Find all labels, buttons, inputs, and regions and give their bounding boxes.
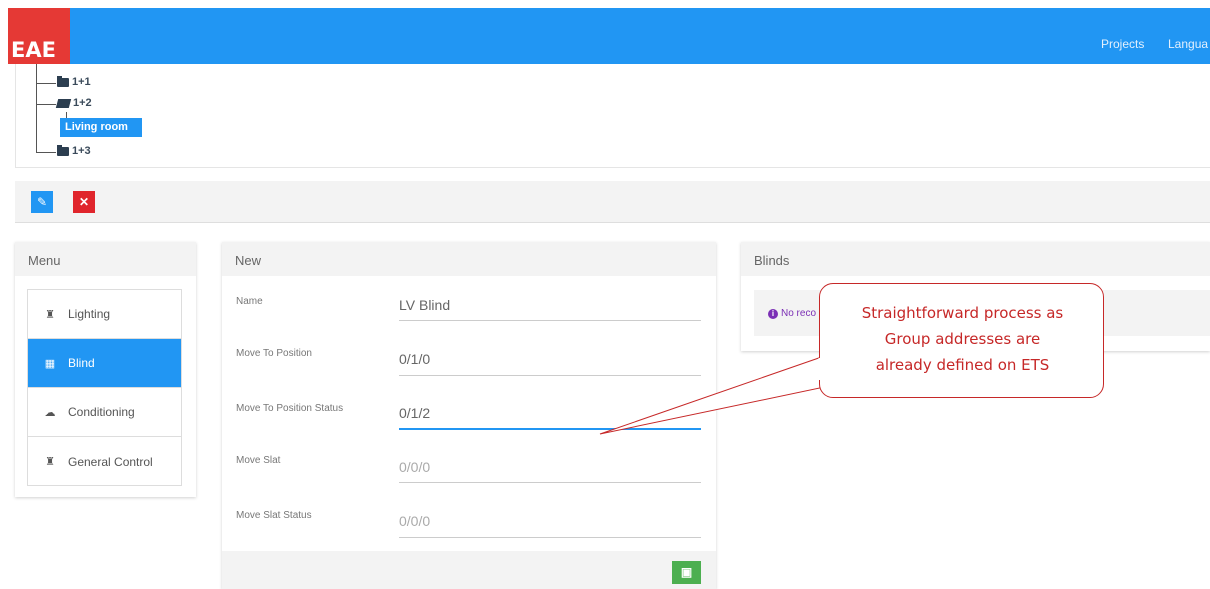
folder-open-icon xyxy=(55,98,72,108)
tree-node-label: 1+1 xyxy=(72,76,91,88)
menu-item-label: Blind xyxy=(68,356,95,370)
logo-text: EAE xyxy=(11,38,56,62)
move-slat-status-underline xyxy=(399,537,701,538)
callout-line-1: Straightforward process as xyxy=(861,304,1064,322)
lamp-icon: ♜ xyxy=(45,308,55,321)
cloud-icon: ☁ xyxy=(44,406,56,419)
menu-item-general-control[interactable]: ♜ General Control xyxy=(28,437,181,486)
callout-line-2: Group addresses are xyxy=(884,330,1041,348)
lamp-icon: ♜ xyxy=(45,456,55,468)
top-navbar: Projects Langua xyxy=(8,8,1210,64)
tree-connector xyxy=(36,104,56,105)
annotation-callout: Straightforward process as Group address… xyxy=(819,283,1104,398)
grid-icon: ▦ xyxy=(44,357,56,370)
notice-text: No reco xyxy=(781,308,817,319)
tree-node-label: 1+2 xyxy=(73,97,92,109)
menu-item-label: General Control xyxy=(68,454,153,469)
name-label: Name xyxy=(236,296,263,307)
tree-connector xyxy=(36,152,56,153)
nav-language-link[interactable]: Langua xyxy=(1168,37,1208,51)
move-to-position-status-underline xyxy=(399,428,701,430)
folder-icon xyxy=(57,144,69,156)
nav-projects-link[interactable]: Projects xyxy=(1101,37,1144,51)
move-to-position-status-input[interactable]: 0/1/2 xyxy=(399,405,430,421)
menu-item-label: Conditioning xyxy=(68,405,135,419)
move-slat-status-input[interactable]: 0/0/0 xyxy=(399,513,430,529)
move-slat-label: Move Slat xyxy=(236,455,281,466)
edit-button[interactable]: ✎ xyxy=(31,191,53,213)
app-logo[interactable]: EAE xyxy=(8,8,70,64)
move-to-position-status-label: Move To Position Status xyxy=(236,403,344,414)
name-input[interactable]: LV Blind xyxy=(399,297,450,313)
blinds-panel-title: Blinds xyxy=(741,242,1210,276)
move-slat-status-label: Move Slat Status xyxy=(236,510,312,521)
tree-node-1-1[interactable]: 1+1 xyxy=(57,75,91,88)
tree-connector xyxy=(36,64,37,152)
menu-item-conditioning[interactable]: ☁ Conditioning xyxy=(28,388,181,437)
form-panel-title: New xyxy=(222,242,716,276)
menu-item-lighting[interactable]: ♜ Lighting xyxy=(28,290,181,339)
close-icon: ✕ xyxy=(78,195,90,209)
save-button[interactable]: ▣ xyxy=(672,561,701,584)
callout-line-3: already defined on ETS xyxy=(875,356,1050,374)
tree-node-label: 1+3 xyxy=(72,145,91,157)
tree-connector xyxy=(36,83,56,84)
tree-node-1-2[interactable]: 1+2 xyxy=(55,97,92,109)
tree-node-living-room[interactable]: Living room xyxy=(60,118,142,137)
callout-text: Straightforward process as Group address… xyxy=(820,300,1105,378)
delete-button[interactable]: ✕ xyxy=(73,191,95,213)
move-slat-underline xyxy=(399,482,701,483)
location-tree-panel xyxy=(15,64,1210,168)
tree-action-bar xyxy=(15,181,1210,223)
form-footer xyxy=(222,551,716,589)
menu-list: ♜ Lighting ▦ Blind ☁ Conditioning ♜ Gene… xyxy=(27,289,182,486)
name-input-underline xyxy=(399,320,701,321)
info-icon: i xyxy=(768,309,778,319)
menu-panel-title: Menu xyxy=(15,242,196,276)
tree-node-1-3[interactable]: 1+3 xyxy=(57,144,91,157)
move-to-position-label: Move To Position xyxy=(236,348,312,359)
menu-item-label: Lighting xyxy=(68,307,111,321)
folder-icon xyxy=(57,75,69,87)
pencil-icon: ✎ xyxy=(36,195,48,209)
menu-item-blind[interactable]: ▦ Blind xyxy=(28,339,181,388)
move-to-position-input[interactable]: 0/1/0 xyxy=(399,351,430,367)
floppy-icon: ▣ xyxy=(680,565,693,579)
move-to-position-underline xyxy=(399,375,701,376)
move-slat-input[interactable]: 0/0/0 xyxy=(399,459,430,475)
